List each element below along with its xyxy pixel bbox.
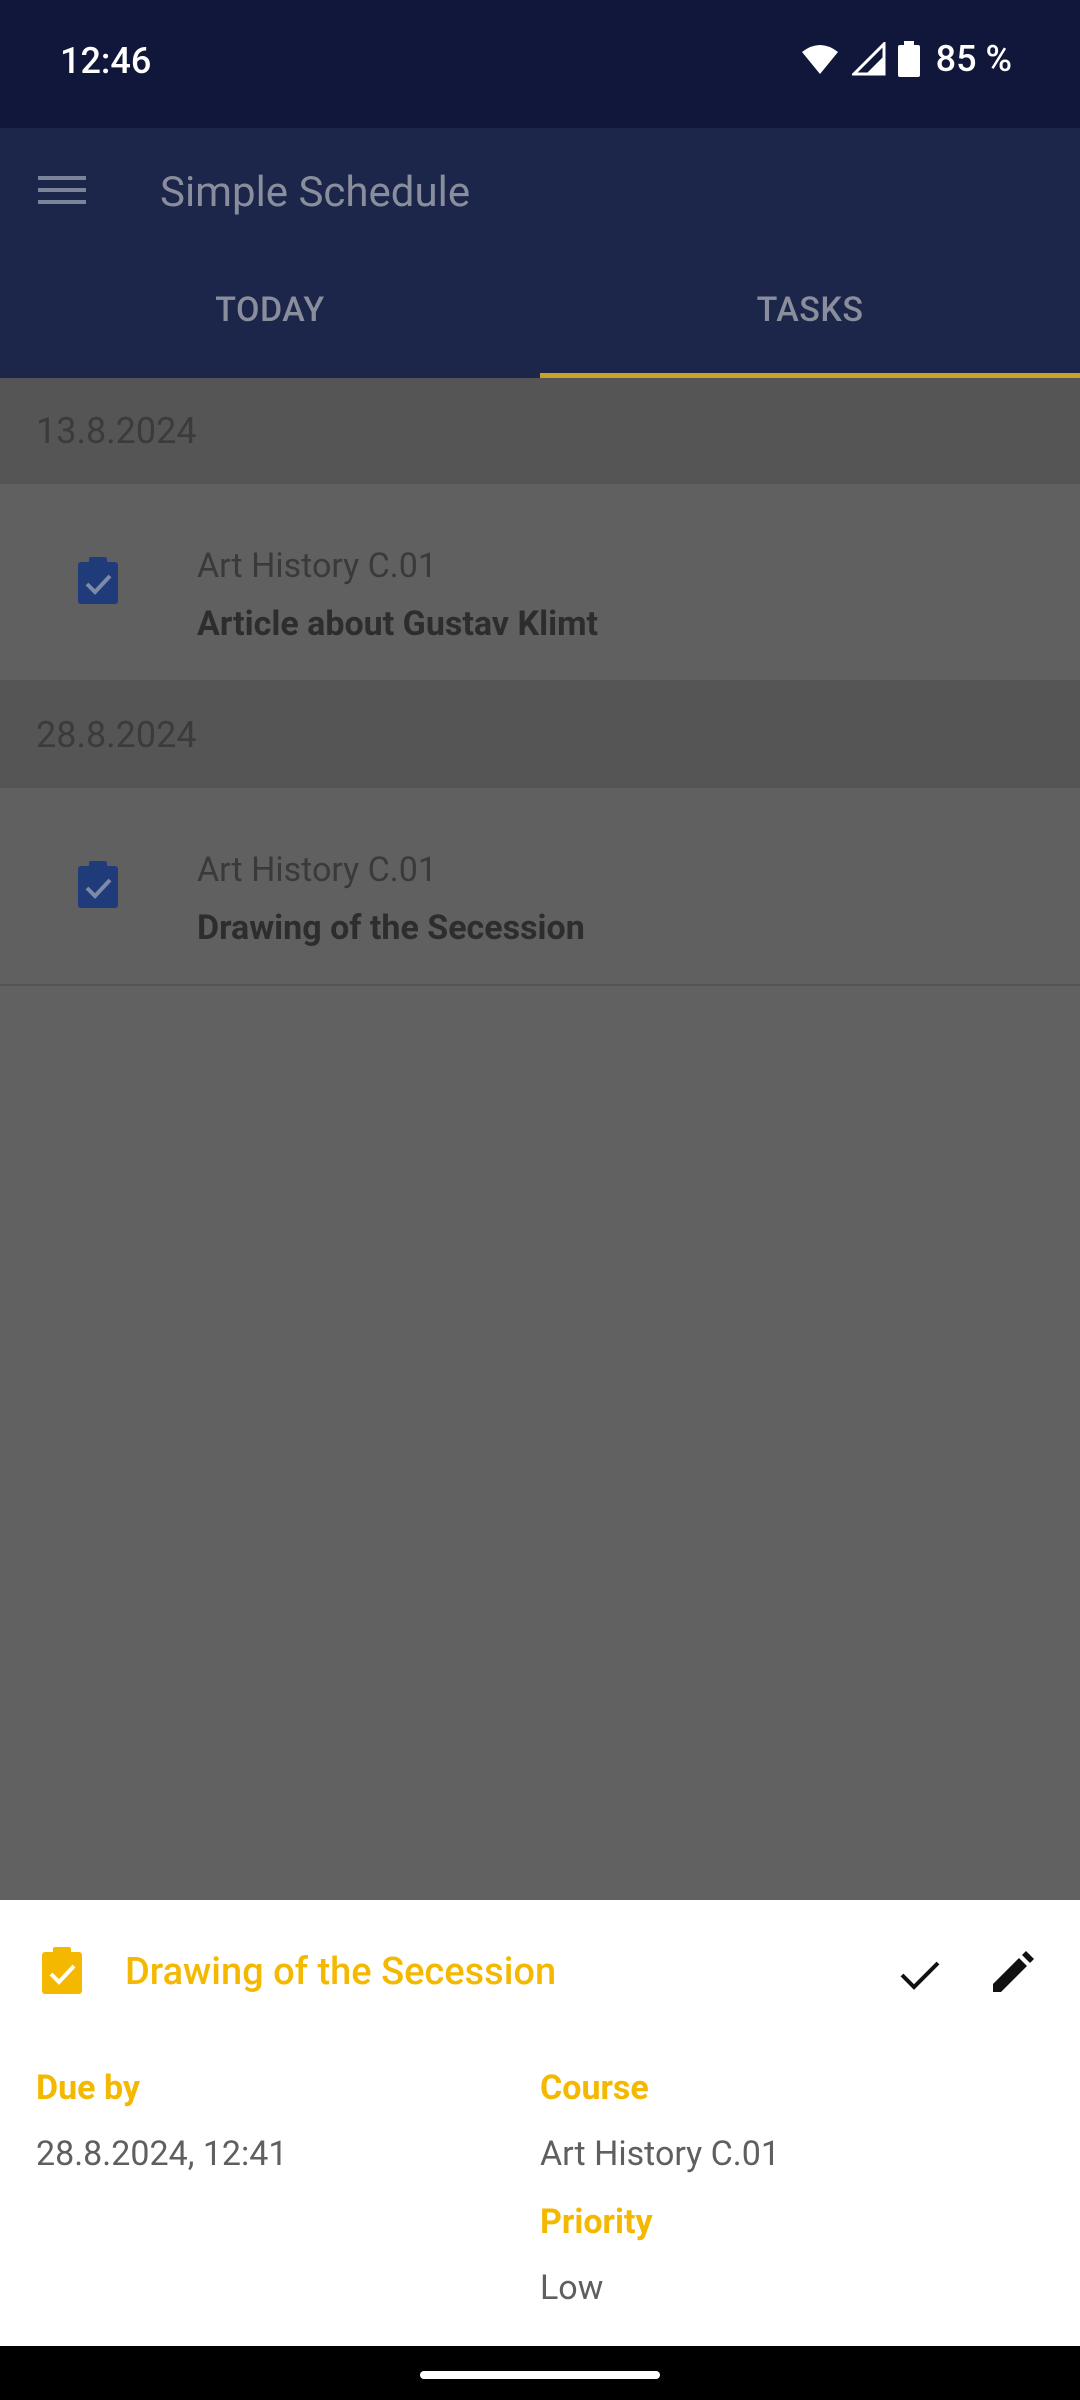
app-bar: Simple Schedule TODAY TASKS <box>0 128 1080 378</box>
due-label: Due by <box>36 2068 141 2108</box>
wifi-icon <box>801 45 838 74</box>
date-header-label: 28.8.2024 <box>36 714 197 756</box>
tab-today[interactable]: TODAY <box>0 290 540 330</box>
gesture-handle[interactable] <box>420 2371 660 2379</box>
date-header: 13.8.2024 <box>0 378 1080 484</box>
course-value: Art History C.01 <box>540 2134 780 2174</box>
task-detail-title: Drawing of the Secession <box>125 1950 557 1994</box>
battery-percentage: 85 % <box>935 38 1012 80</box>
task-course: Art History C.01 <box>197 546 437 586</box>
signal-icon <box>851 42 886 76</box>
navigation-bar <box>0 2346 1080 2400</box>
clipboard-check-icon <box>78 557 118 604</box>
battery-icon <box>897 41 920 77</box>
clipboard-check-icon <box>42 1947 82 1994</box>
task-row[interactable]: Art History C.01 Article about Gustav Kl… <box>0 484 1080 682</box>
task-course: Art History C.01 <box>197 850 437 890</box>
status-time: 12:46 <box>60 40 152 82</box>
task-detail-sheet: Drawing of the Secession Due by 28.8.202… <box>0 1900 1080 2346</box>
pencil-icon <box>993 1951 1034 1992</box>
priority-label: Priority <box>540 2202 653 2242</box>
app-title: Simple Schedule <box>160 168 471 217</box>
menu-icon <box>38 176 86 180</box>
date-header: 28.8.2024 <box>0 682 1080 788</box>
task-name: Drawing of the Secession <box>197 908 585 948</box>
mark-done-button[interactable] <box>892 1946 948 2002</box>
date-header-label: 13.8.2024 <box>36 410 197 452</box>
check-icon <box>900 1961 940 1990</box>
status-icons: 85 % <box>800 38 1012 80</box>
task-name: Article about Gustav Klimt <box>197 604 599 644</box>
course-label: Course <box>540 2068 649 2108</box>
tab-tasks[interactable]: TASKS <box>540 290 1080 330</box>
due-value: 28.8.2024, 12:41 <box>36 2134 288 2174</box>
edit-button[interactable] <box>983 1946 1039 2002</box>
task-row[interactable]: Art History C.01 Drawing of the Secessio… <box>0 788 1080 986</box>
clipboard-check-icon <box>78 861 118 908</box>
menu-button[interactable] <box>38 168 86 216</box>
status-bar: 12:46 85 % <box>0 0 1080 128</box>
priority-value: Low <box>540 2268 604 2308</box>
